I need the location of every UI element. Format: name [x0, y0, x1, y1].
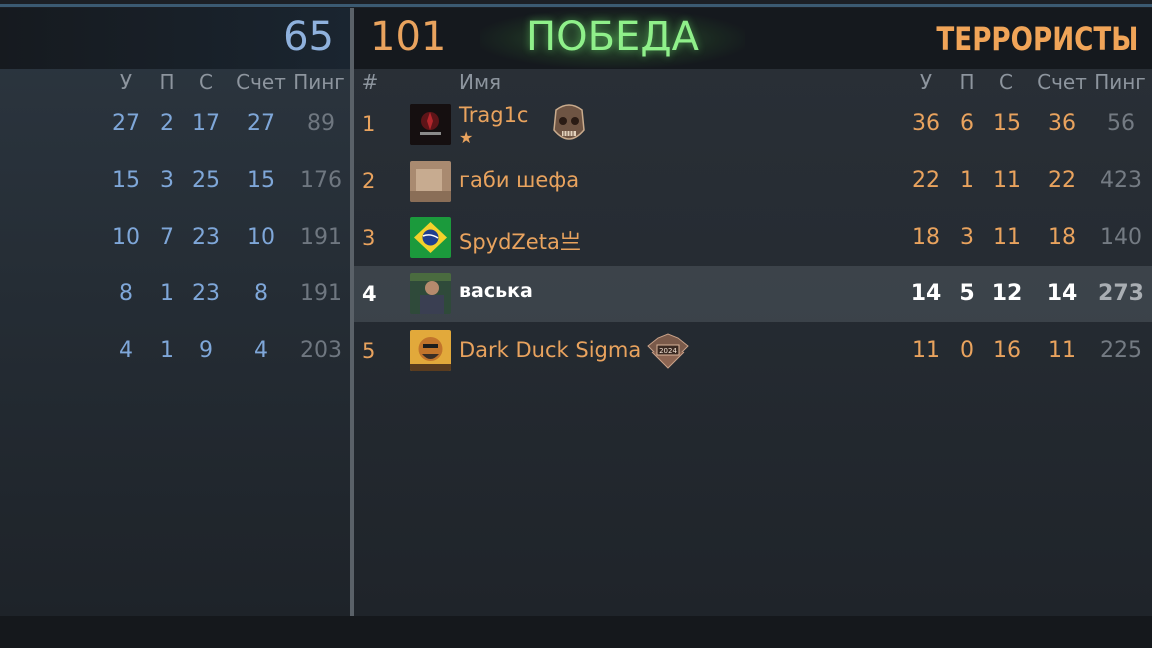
player-score: 36 — [1048, 111, 1076, 136]
header-kills: У — [919, 70, 933, 94]
opp-assists: 25 — [192, 168, 220, 193]
opp-kills: 8 — [119, 281, 133, 306]
player-kills: 11 — [912, 338, 940, 363]
opp-score: 4 — [254, 338, 268, 363]
badge-year: 2024 — [659, 347, 677, 355]
player-score: 22 — [1048, 168, 1076, 193]
player-score: 14 — [1046, 281, 1078, 306]
header-assists: С — [999, 70, 1013, 94]
opp-score: 8 — [254, 281, 268, 306]
player-name[interactable]: васька — [459, 280, 533, 302]
opp-kills: 15 — [112, 168, 140, 193]
player-row[interactable]: 4 1 9 4 203 5 Dark Duck Sigma 2024 11 0 … — [0, 324, 1152, 378]
player-assists: 12 — [991, 281, 1023, 306]
player-ping: 140 — [1100, 225, 1142, 250]
player-row[interactable]: 10 7 23 10 191 3 SpydZeta亗 18 3 11 18 14… — [0, 211, 1152, 265]
opp-ping: 191 — [300, 281, 342, 306]
bottom-bar — [0, 616, 1152, 648]
player-deaths: 3 — [960, 225, 974, 250]
header-score: Счет — [1037, 70, 1087, 94]
player-kills: 22 — [912, 168, 940, 193]
opp-kills: 27 — [112, 111, 140, 136]
player-row[interactable]: 27 2 17 27 89 1 Trag1c ★ 36 6 15 36 56 — [0, 97, 1152, 151]
player-kills: 14 — [910, 281, 942, 306]
opp-score: 10 — [247, 225, 275, 250]
player-ping: 56 — [1107, 111, 1135, 136]
right-column-headers: # Имя У П С Счет Пинг — [0, 70, 1152, 96]
player-photo-avatar[interactable] — [410, 273, 451, 314]
player-ping: 423 — [1100, 168, 1142, 193]
header-ping: Пинг — [1094, 70, 1146, 94]
opp-assists: 23 — [192, 225, 220, 250]
player-ping: 225 — [1100, 338, 1142, 363]
star-icon: ★ — [459, 128, 474, 147]
match-result-label: ПОБЕДА — [526, 14, 699, 60]
player-deaths: 0 — [960, 338, 974, 363]
opp-score: 15 — [247, 168, 275, 193]
opp-ping: 203 — [300, 338, 342, 363]
player-rank: 2 — [362, 169, 376, 193]
opp-score: 27 — [247, 111, 275, 136]
player-deaths: 6 — [960, 111, 974, 136]
opp-deaths: 1 — [160, 338, 174, 363]
player-rank: 4 — [362, 282, 377, 306]
photo-avatar[interactable] — [410, 161, 451, 202]
opp-kills: 10 — [112, 225, 140, 250]
opp-deaths: 1 — [160, 281, 174, 306]
ct-team-score: 65 — [283, 14, 334, 60]
opp-assists: 17 — [192, 111, 220, 136]
player-assists: 15 — [993, 111, 1021, 136]
opp-ping: 191 — [300, 225, 342, 250]
t-team-score: 101 — [370, 14, 447, 60]
player-ping: 273 — [1098, 281, 1144, 306]
2024-medal-badge-icon: 2024 — [644, 332, 692, 370]
opp-assists: 9 — [199, 338, 213, 363]
player-name[interactable]: SpydZeta亗 — [459, 226, 581, 256]
player-deaths: 5 — [959, 281, 975, 306]
player-assists: 16 — [993, 338, 1021, 363]
player-score: 18 — [1048, 225, 1076, 250]
opp-ping: 176 — [300, 168, 342, 193]
opp-deaths: 7 — [160, 225, 174, 250]
player-row[interactable]: 8 1 23 8 191 4 васька 14 5 12 14 273 — [0, 266, 1152, 320]
player-row[interactable]: 15 3 25 15 176 2 габи шефа 22 1 11 22 42… — [0, 154, 1152, 208]
player-score: 11 — [1048, 338, 1076, 363]
skull-badge-icon — [550, 102, 588, 146]
top-accent-line — [0, 0, 1152, 8]
player-rank: 5 — [362, 339, 376, 363]
player-assists: 11 — [993, 168, 1021, 193]
opp-kills: 4 — [119, 338, 133, 363]
team-name: ТЕРРОРИСТЫ — [935, 20, 1138, 58]
header-name: Имя — [459, 70, 502, 94]
player-rank: 1 — [362, 112, 376, 136]
brazil-flag-avatar[interactable] — [410, 217, 451, 258]
opp-ping: 89 — [307, 111, 335, 136]
player-name[interactable]: габи шефа — [459, 168, 579, 192]
player-kills: 18 — [912, 225, 940, 250]
opp-deaths: 3 — [160, 168, 174, 193]
header-rank: # — [361, 70, 379, 94]
player-kills: 36 — [912, 111, 940, 136]
duck-character-avatar[interactable] — [410, 330, 451, 371]
player-name[interactable]: Trag1c — [459, 103, 528, 127]
player-deaths: 1 — [960, 168, 974, 193]
opp-deaths: 2 — [160, 111, 174, 136]
header-deaths: П — [959, 70, 975, 94]
opp-assists: 23 — [192, 281, 220, 306]
tragic-logo-avatar[interactable] — [410, 104, 451, 145]
player-assists: 11 — [993, 225, 1021, 250]
player-name[interactable]: Dark Duck Sigma — [459, 338, 641, 362]
player-rank: 3 — [362, 226, 376, 250]
